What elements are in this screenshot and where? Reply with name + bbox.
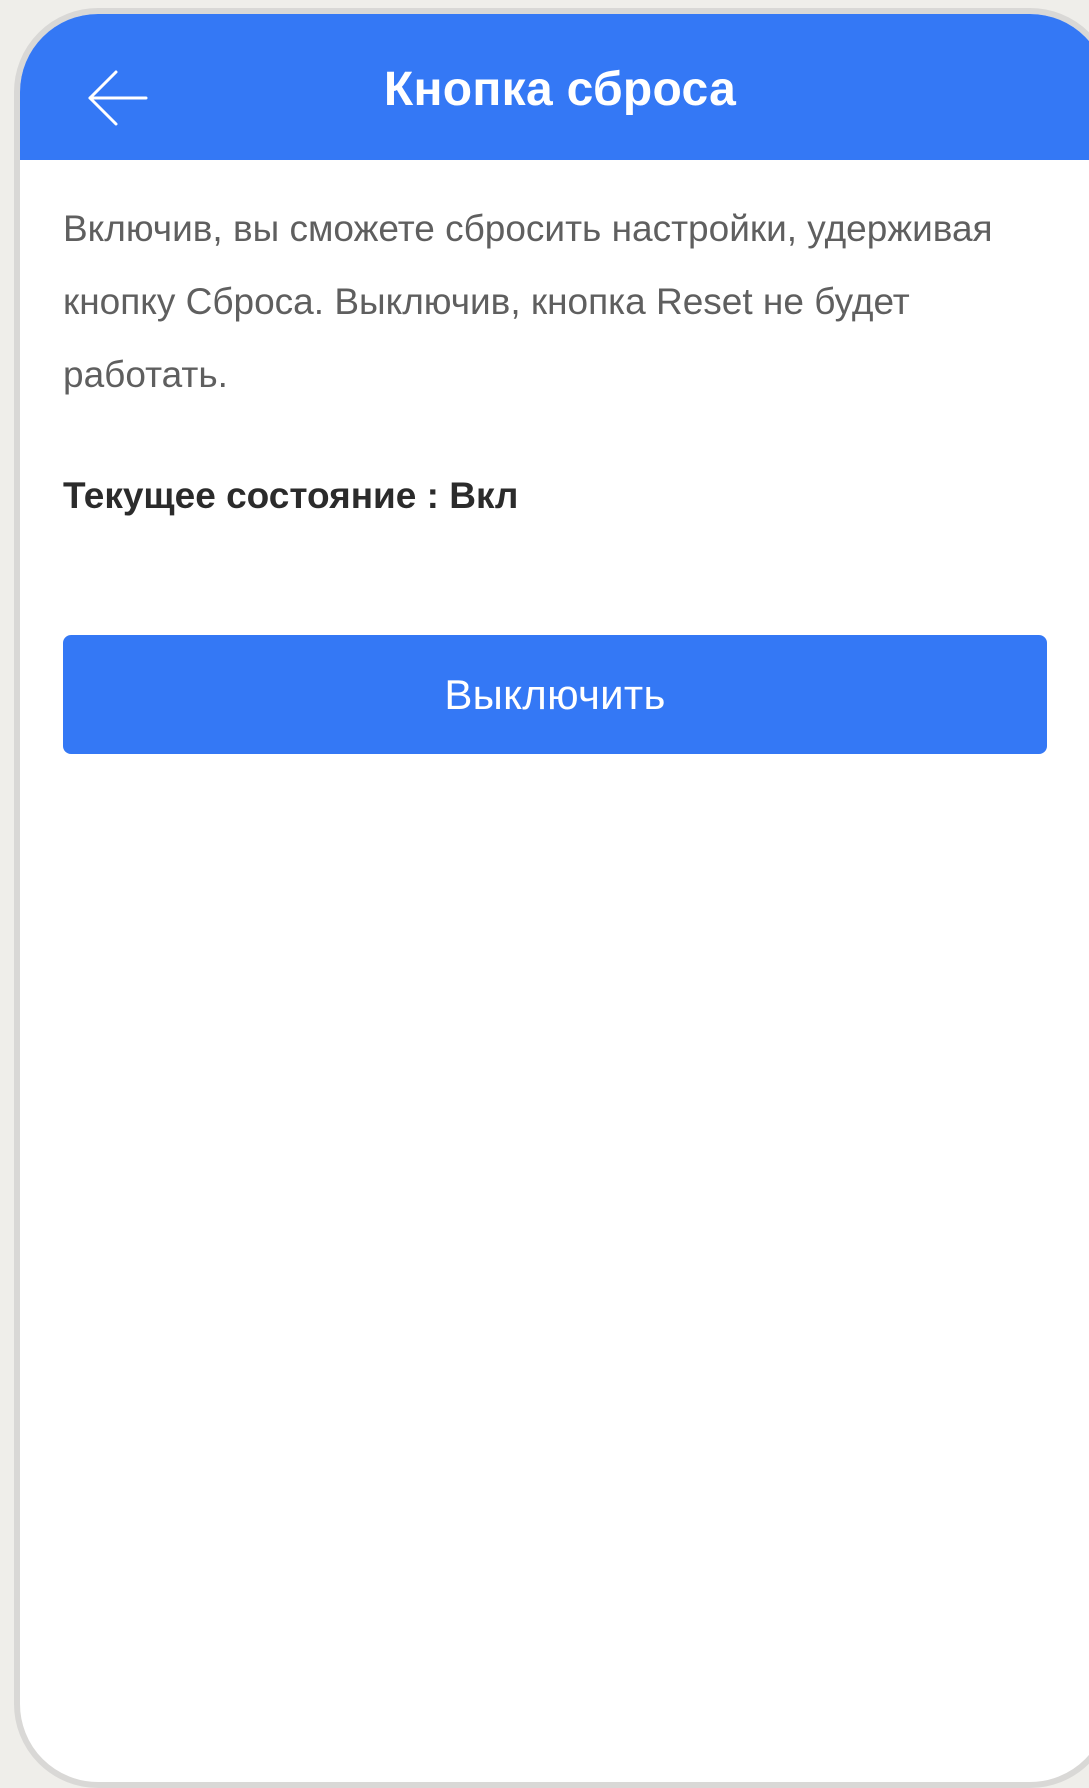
disable-button[interactable]: Выключить bbox=[63, 635, 1047, 754]
current-status: Текущее состояние : Вкл bbox=[63, 475, 519, 516]
phone-screen: Кнопка сброса Включив, вы сможете сброси… bbox=[14, 8, 1089, 1788]
main-content: Включив, вы сможете сбросить настройки, … bbox=[63, 160, 1053, 521]
description-text: Включив, вы сможете сбросить настройки, … bbox=[63, 208, 993, 395]
app-header: Кнопка сброса bbox=[20, 14, 1089, 160]
page-title: Кнопка сброса bbox=[383, 63, 737, 116]
